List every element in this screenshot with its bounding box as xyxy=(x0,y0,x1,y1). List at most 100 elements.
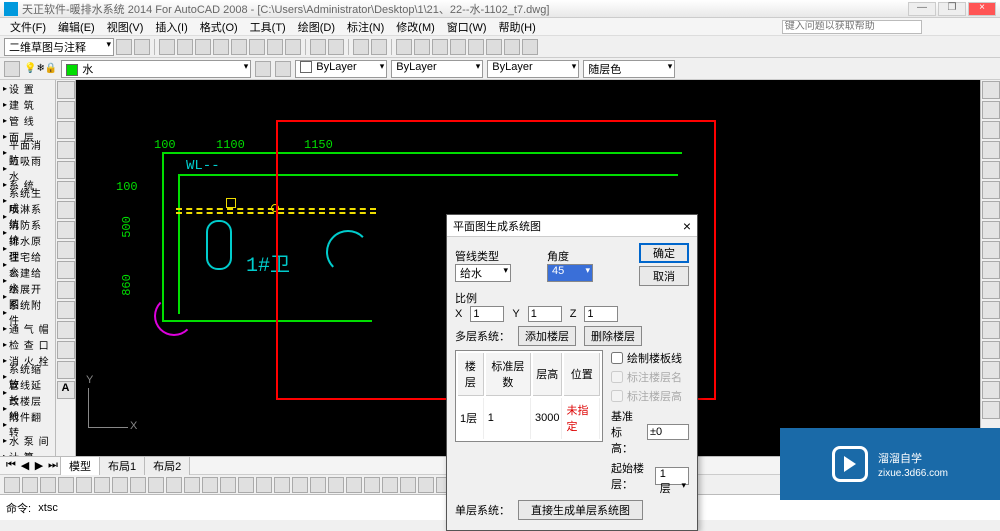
tool-icon[interactable] xyxy=(231,39,247,55)
add-floor-button[interactable]: 添加楼层 xyxy=(518,326,576,346)
table-row[interactable]: 1层 1 3000 未指定 xyxy=(458,398,600,439)
tool-icon[interactable] xyxy=(184,477,200,493)
tool-icon[interactable] xyxy=(57,161,75,179)
tool-icon[interactable] xyxy=(40,477,56,493)
tool-icon[interactable] xyxy=(285,39,301,55)
lineweight-combo[interactable]: ByLayer xyxy=(487,60,579,78)
close-button[interactable]: × xyxy=(968,2,996,16)
tool-icon[interactable] xyxy=(522,39,538,55)
tool-icon[interactable] xyxy=(432,39,448,55)
dialog-close-icon[interactable]: × xyxy=(683,218,691,234)
tab-model[interactable]: 模型 xyxy=(60,456,100,475)
tool-icon[interactable] xyxy=(982,261,1000,279)
menu-tools[interactable]: 工具(T) xyxy=(244,19,292,35)
tool-icon[interactable] xyxy=(274,477,290,493)
tool-icon[interactable] xyxy=(364,477,380,493)
tool-icon[interactable] xyxy=(148,477,164,493)
undo-icon[interactable] xyxy=(353,39,369,55)
menu-edit[interactable]: 编辑(E) xyxy=(52,19,101,35)
tool-icon[interactable] xyxy=(982,181,1000,199)
tool-icon[interactable] xyxy=(982,321,1000,339)
tool-icon[interactable] xyxy=(57,181,75,199)
tool-icon[interactable] xyxy=(982,121,1000,139)
floor-table[interactable]: 楼层 标准层数 层高 位置 1层 1 3000 未指定 xyxy=(455,350,603,442)
print-icon[interactable] xyxy=(213,39,229,55)
tool-icon[interactable] xyxy=(982,241,1000,259)
tool-icon[interactable] xyxy=(346,477,362,493)
sidebar-item[interactable]: ▸建 筑 xyxy=(0,96,55,112)
tool-icon[interactable] xyxy=(982,161,1000,179)
generate-single-button[interactable]: 直接生成单层系统图 xyxy=(518,500,643,520)
tool-icon[interactable] xyxy=(275,61,291,77)
tool-icon[interactable] xyxy=(112,477,128,493)
menu-help[interactable]: 帮助(H) xyxy=(493,19,542,35)
tool-icon[interactable] xyxy=(238,477,254,493)
sidebar-item[interactable]: ▸设 置 xyxy=(0,80,55,96)
tool-icon[interactable] xyxy=(116,39,132,55)
tool-icon[interactable] xyxy=(166,477,182,493)
tool-icon[interactable] xyxy=(57,281,75,299)
menu-window[interactable]: 窗口(W) xyxy=(441,19,493,35)
dialog-titlebar[interactable]: 平面图生成系统图 × xyxy=(447,215,697,237)
tool-icon[interactable] xyxy=(4,477,20,493)
sidebar-item[interactable]: ▸水 泵 间 xyxy=(0,432,55,448)
scale-y-input[interactable] xyxy=(528,306,562,322)
menu-view[interactable]: 视图(V) xyxy=(101,19,150,35)
save-icon[interactable] xyxy=(195,39,211,55)
cancel-button[interactable]: 取消 xyxy=(639,266,689,286)
tool-icon[interactable] xyxy=(22,477,38,493)
tool-icon[interactable] xyxy=(328,477,344,493)
linetype-combo[interactable]: ByLayer xyxy=(391,60,483,78)
tool-icon[interactable] xyxy=(486,39,502,55)
tool-icon[interactable] xyxy=(58,477,74,493)
new-icon[interactable] xyxy=(159,39,175,55)
tool-icon[interactable] xyxy=(982,201,1000,219)
menu-insert[interactable]: 插入(I) xyxy=(149,19,193,35)
tool-icon[interactable] xyxy=(982,361,1000,379)
tool-icon[interactable] xyxy=(982,341,1000,359)
tool-icon[interactable] xyxy=(202,477,218,493)
tool-icon[interactable] xyxy=(982,381,1000,399)
sidebar-item[interactable]: ▸虹吸雨水 xyxy=(0,160,55,176)
tool-icon[interactable] xyxy=(57,241,75,259)
drawing-canvas[interactable]: 100 1100 1150 100 500 860 WL-- 1#卫 xyxy=(76,80,980,456)
tool-icon[interactable] xyxy=(256,477,272,493)
tool-icon[interactable] xyxy=(982,101,1000,119)
tool-icon[interactable] xyxy=(982,281,1000,299)
redo-icon[interactable] xyxy=(371,39,387,55)
tool-icon[interactable] xyxy=(249,39,265,55)
sidebar-item[interactable]: ▸检 查 口 xyxy=(0,336,55,352)
tool-icon[interactable] xyxy=(57,81,75,99)
tool-icon[interactable] xyxy=(982,301,1000,319)
tool-icon[interactable] xyxy=(982,141,1000,159)
tab-next-icon[interactable]: ▶ xyxy=(32,459,46,472)
angle-combo[interactable]: 45 xyxy=(547,264,593,282)
sidebar-item[interactable]: ▸计 算 xyxy=(0,448,55,456)
tool-icon[interactable] xyxy=(76,477,92,493)
sidebar-item[interactable]: ▸附件翻转 xyxy=(0,416,55,432)
tool-icon[interactable] xyxy=(134,39,150,55)
layer-icon[interactable] xyxy=(4,61,20,77)
minimize-button[interactable]: — xyxy=(908,2,936,16)
workspace-combo[interactable]: 二维草图与注释 xyxy=(4,38,114,56)
tool-icon[interactable] xyxy=(396,39,412,55)
tool-icon[interactable] xyxy=(57,321,75,339)
ok-button[interactable]: 确定 xyxy=(639,243,689,263)
tool-icon[interactable] xyxy=(57,341,75,359)
layer-combo[interactable]: 水 xyxy=(61,60,251,78)
tab-layout2[interactable]: 布局2 xyxy=(144,456,190,475)
plotstyle-combo[interactable]: 随层色 xyxy=(583,60,675,78)
copy-icon[interactable] xyxy=(328,39,344,55)
tool-icon[interactable] xyxy=(468,39,484,55)
tool-icon[interactable] xyxy=(57,201,75,219)
scale-x-input[interactable] xyxy=(470,306,504,322)
scale-z-input[interactable] xyxy=(584,306,618,322)
tool-icon[interactable] xyxy=(418,477,434,493)
color-combo[interactable]: ByLayer xyxy=(295,60,387,78)
tab-layout1[interactable]: 布局1 xyxy=(99,456,145,475)
tool-icon[interactable] xyxy=(414,39,430,55)
tool-icon[interactable] xyxy=(57,121,75,139)
tool-icon[interactable] xyxy=(57,261,75,279)
delete-floor-button[interactable]: 删除楼层 xyxy=(584,326,642,346)
tool-icon[interactable] xyxy=(57,101,75,119)
